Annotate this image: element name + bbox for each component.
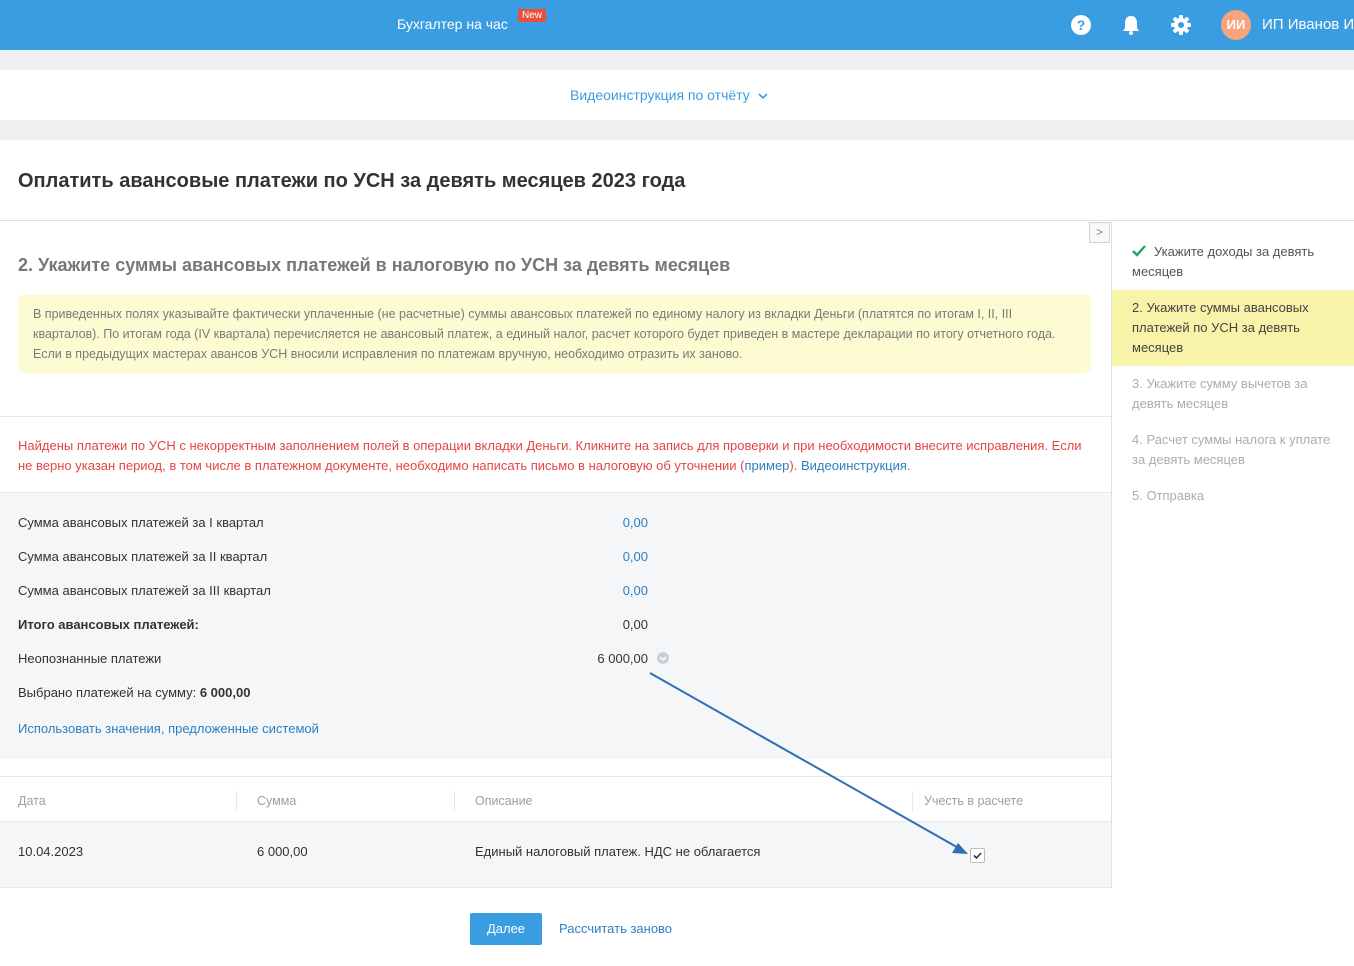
example-link[interactable]: пример [744, 458, 789, 473]
page-title: Оплатить авансовые платежи по УСН за дев… [18, 170, 686, 192]
unrecognized-value: 6 000,00 [597, 651, 648, 666]
gear-icon[interactable] [1170, 14, 1192, 36]
unrecognized-label: Неопознанные платежи [18, 651, 162, 666]
spacer [0, 50, 1354, 70]
selected-sum-row: Выбрано платежей на сумму: 6 000,00 [18, 685, 250, 700]
q3-label: Сумма авансовых платежей за III квартал [18, 583, 271, 598]
q2-value[interactable]: 0,00 [623, 549, 648, 564]
bell-icon[interactable] [1120, 14, 1142, 36]
column-description: Описание [475, 794, 533, 808]
check-icon [1132, 245, 1146, 257]
avatar[interactable]: ИИ [1221, 10, 1251, 40]
video-instruction-label: Видеоинструкция по отчёту [570, 87, 750, 103]
accountant-on-hour-link[interactable]: Бухгалтер на час [397, 16, 508, 32]
total-label: Итого авансовых платежей: [18, 617, 199, 632]
q1-label: Сумма авансовых платежей за I квартал [18, 515, 264, 530]
collapse-sidebar-button[interactable]: > [1089, 222, 1110, 243]
sidebar-step-4[interactable]: 4. Расчет суммы налога к уплате за девят… [1112, 430, 1354, 470]
next-button[interactable]: Далее [470, 913, 542, 945]
checkmark-icon [973, 852, 982, 860]
selected-sum-label: Выбрано платежей на сумму: [18, 685, 200, 700]
divider [0, 416, 1111, 417]
svg-text:?: ? [1077, 17, 1086, 33]
recalculate-link[interactable]: Рассчитать заново [559, 921, 672, 936]
table-row[interactable]: 10.04.2023 6 000,00 Единый налоговый пла… [0, 822, 1111, 888]
new-badge: New [518, 9, 547, 22]
column-include: Учесть в расчете [924, 794, 1024, 808]
summary-panel: Сумма авансовых платежей за I квартал 0,… [0, 492, 1111, 759]
sidebar-step-3[interactable]: 3. Укажите сумму вычетов за девять месяц… [1112, 374, 1354, 414]
column-separator [236, 791, 237, 811]
q2-label: Сумма авансовых платежей за II квартал [18, 549, 268, 564]
sidebar-step-label: Укажите доходы за девять месяцев [1132, 244, 1315, 279]
expand-chevron-icon[interactable] [657, 652, 669, 664]
column-separator [454, 791, 455, 811]
video-instruction-bar: Видеоинструкция по отчёту [0, 70, 1354, 120]
user-name[interactable]: ИП Иванов И [1262, 16, 1354, 33]
help-icon[interactable]: ? [1070, 14, 1092, 36]
sidebar-step-1[interactable]: Укажите доходы за девять месяцев [1112, 242, 1354, 282]
column-amount: Сумма [257, 794, 297, 808]
video-instruction-inline-link[interactable]: Видеоинструкция [801, 458, 907, 473]
spacer [0, 120, 1354, 140]
video-instruction-link[interactable]: Видеоинструкция по отчёту [570, 87, 768, 103]
include-checkbox[interactable] [970, 848, 985, 863]
warning-message: Найдены платежи по УСН с некорректным за… [18, 436, 1098, 476]
info-notice: В приведенных полях указывайте фактическ… [18, 295, 1091, 373]
table-header: Дата Сумма Описание Учесть в расчете [0, 776, 1111, 822]
top-bar: Бухгалтер на час New ? ИИ ИП Иванов И [0, 0, 1354, 50]
sidebar-step-2[interactable]: 2. Укажите суммы авансовых платежей по У… [1112, 290, 1354, 366]
warning-text: Найдены платежи по УСН с некорректным за… [18, 438, 1082, 473]
row-amount: 6 000,00 [257, 844, 308, 859]
sidebar-step-5[interactable]: 5. Отправка [1112, 486, 1354, 506]
column-date: Дата [18, 794, 46, 808]
use-suggested-values-link[interactable]: Использовать значения, предложенные сист… [18, 721, 319, 736]
step-title: 2. Укажите суммы авансовых платежей в на… [18, 255, 731, 275]
chevron-right-icon: > [1095, 225, 1103, 239]
total-value: 0,00 [622, 617, 648, 632]
warning-text-end: . [906, 458, 911, 473]
column-separator [912, 791, 913, 811]
row-date: 10.04.2023 [18, 844, 84, 859]
q1-value[interactable]: 0,00 [623, 515, 648, 530]
q3-value[interactable]: 0,00 [623, 583, 648, 598]
row-description: Единый налоговый платеж. НДС не облагает… [475, 844, 761, 859]
divider [0, 220, 1354, 221]
warning-text-mid: ). [789, 458, 801, 473]
selected-sum-value: 6 000,00 [199, 685, 251, 700]
chevron-down-icon [758, 93, 768, 100]
